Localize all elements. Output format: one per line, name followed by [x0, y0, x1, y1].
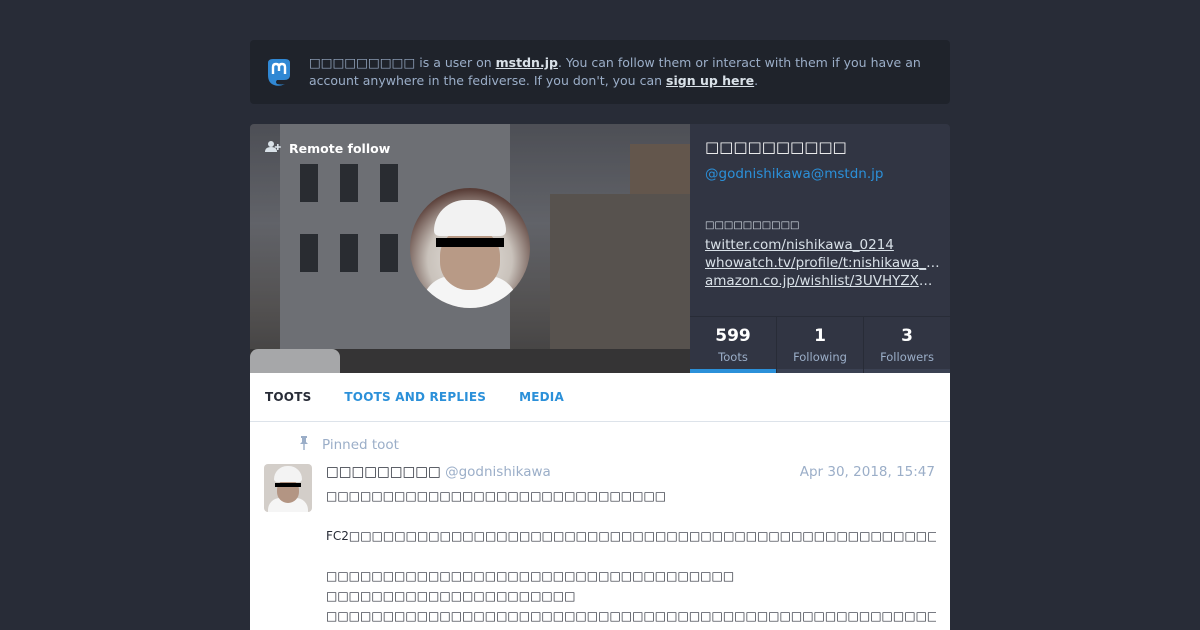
status-content: □□□□□□□□□□□□□□□□□□□□□□□□□□□□□□ FC2□□□□□□… [326, 486, 936, 626]
profile-link-twitter[interactable]: twitter.com/nishikawa_0214 [705, 236, 940, 254]
remote-user-notice: □□□□□□□□□ is a user on mstdn.jp. You can… [250, 40, 950, 104]
status-timestamp[interactable]: Apr 30, 2018, 15:47 [800, 464, 935, 480]
profile-link-whowatch[interactable]: whowatch.tv/profile/t:nishikawa_0214 [705, 254, 940, 272]
status-line: FC2□□□□□□□□□□□□□□□□□□□□□□□□□□□□□□□□□□□□□… [326, 529, 936, 543]
remote-follow-button[interactable]: Remote follow [265, 140, 390, 156]
status-author[interactable]: □□□□□□□□□ @godnishikawa [326, 464, 551, 480]
counter-followers[interactable]: 3 Followers [863, 317, 950, 373]
notice-text-before: is a user on [415, 55, 496, 70]
user-plus-icon [265, 140, 281, 156]
tab-media[interactable]: MEDIA [519, 390, 564, 404]
tab-toots-and-replies[interactable]: TOOTS AND REPLIES [344, 390, 486, 404]
mastodon-logo-icon [265, 57, 293, 87]
remote-follow-label: Remote follow [289, 140, 391, 156]
counter-value: 1 [814, 326, 826, 346]
profile-tabs: TOOTS TOOTS AND REPLIES MEDIA [250, 373, 950, 422]
status-display-name: □□□□□□□□□ [326, 464, 441, 480]
status-acct: @godnishikawa [445, 464, 551, 480]
signup-link[interactable]: sign up here [666, 73, 754, 88]
profile-link-amazon[interactable]: amazon.co.jp/wishlist/3UVHYZXP4ZNKA [705, 272, 940, 290]
counter-value: 3 [901, 326, 913, 346]
thumbtack-icon [298, 436, 310, 454]
notice-text: □□□□□□□□□ is a user on mstdn.jp. You can… [309, 54, 950, 90]
profile-counters: 599 Toots 1 Following 3 Followers [690, 316, 950, 373]
counter-value: 599 [715, 326, 751, 346]
counter-following[interactable]: 1 Following [776, 317, 863, 373]
profile-links: twitter.com/nishikawa_0214 whowatch.tv/p… [705, 236, 940, 290]
counter-label: Followers [880, 350, 934, 364]
pinned-label: Pinned toot [322, 437, 399, 453]
counter-label: Toots [718, 350, 748, 364]
profile-info: □□□□□□□□□□ @godnishikawa@mstdn.jp □□□□□□… [690, 124, 950, 373]
status-avatar[interactable] [264, 464, 312, 512]
profile-card: Remote follow □□□□□□□□□□ @godnishikawa@m… [250, 124, 950, 373]
timeline: Pinned toot □□□□□□□□□ @godnishikawa Apr … [250, 422, 950, 630]
counter-toots[interactable]: 599 Toots [690, 317, 776, 373]
header-image: Remote follow [250, 124, 690, 373]
avatar [410, 188, 530, 308]
profile-handle[interactable]: @godnishikawa@mstdn.jp [705, 166, 883, 182]
server-link[interactable]: mstdn.jp [496, 55, 558, 70]
status-line: □□□□□□□□□□□□□□□□□□□□□□ [326, 589, 576, 603]
tab-toots[interactable]: TOOTS [265, 390, 311, 404]
status-line: □□□□□□□□□□□□□□□□□□□□□□□□□□□□□□□□□□□□□□□□… [326, 609, 936, 623]
status-line: □□□□□□□□□□□□□□□□□□□□□□□□□□□□□□□□□□□□ [326, 569, 735, 583]
profile-bio: □□□□□□□□□□ [705, 220, 800, 231]
counter-label: Following [793, 350, 847, 364]
notice-text-after: . [754, 73, 759, 88]
profile-display-name: □□□□□□□□□□ [705, 138, 847, 156]
notice-display-name: □□□□□□□□□ [309, 55, 416, 70]
status-line: □□□□□□□□□□□□□□□□□□□□□□□□□□□□□□ [326, 489, 667, 503]
pinned-indicator: Pinned toot [298, 436, 399, 454]
